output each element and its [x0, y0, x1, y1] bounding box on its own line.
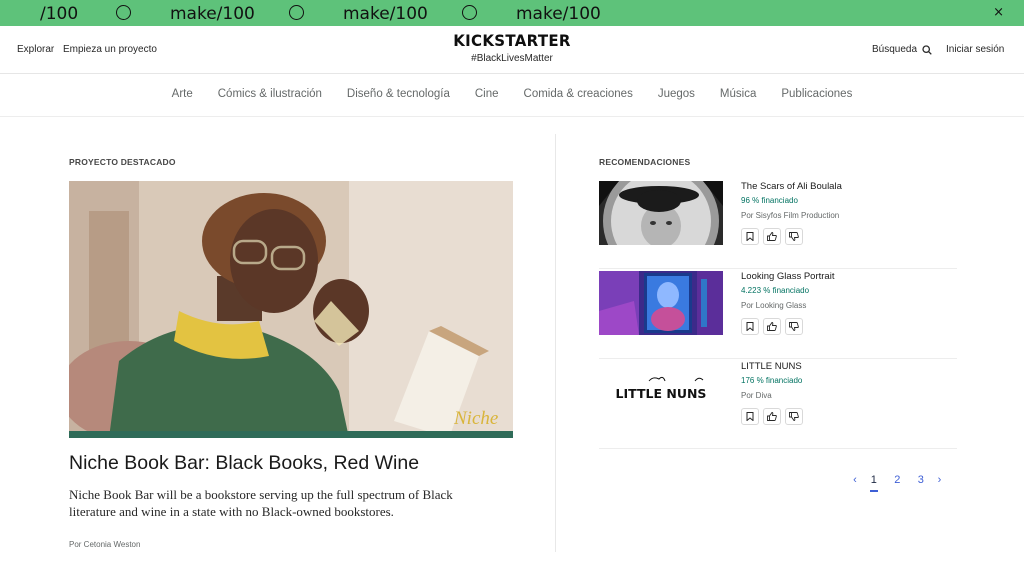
featured-project-image[interactable]: Niche	[69, 181, 513, 438]
recommendations-section-label: RECOMENDACIONES	[599, 157, 691, 167]
column-divider	[555, 134, 556, 552]
next-page-button[interactable]: ›	[933, 474, 947, 486]
bookmark-icon	[746, 412, 754, 421]
circle-icon	[289, 5, 304, 20]
featured-creator[interactable]: Por Cetonia Weston	[69, 540, 140, 549]
promo-banner[interactable]: /100 make/100 make/100 make/100 ×	[0, 0, 1024, 26]
category-link[interactable]: Cine	[462, 88, 511, 100]
thumbs-down-button[interactable]	[785, 228, 803, 245]
project-thumbnail[interactable]	[599, 181, 723, 245]
project-actions	[741, 408, 803, 425]
pagination: ‹ 1 2 3 ›	[848, 474, 947, 492]
bookmark-button[interactable]	[741, 228, 759, 245]
login-link[interactable]: Iniciar sesión	[946, 44, 1004, 55]
thumbs-down-icon	[789, 412, 799, 421]
close-icon[interactable]: ×	[993, 5, 1004, 21]
thumbnail-logo-text: LITTLE NUNS	[616, 386, 707, 401]
project-title[interactable]: Looking Glass Portrait	[741, 271, 834, 282]
category-link[interactable]: Diseño & tecnología	[334, 88, 462, 100]
thumbs-up-button[interactable]	[763, 408, 781, 425]
thumbnail-image: LITTLE NUNS	[599, 361, 723, 425]
previous-page-button[interactable]: ‹	[848, 474, 862, 486]
category-link[interactable]: Cómics & ilustración	[205, 88, 334, 100]
project-title[interactable]: The Scars of Ali Boulala	[741, 181, 842, 192]
thumbnail-image	[599, 181, 723, 245]
category-link[interactable]: Música	[707, 88, 768, 100]
funded-percentage: 176 % financiado	[741, 376, 803, 385]
category-link[interactable]: Publicaciones	[769, 88, 865, 100]
funded-percentage: 96 % financiado	[741, 196, 798, 205]
thumbs-down-icon	[789, 322, 799, 331]
featured-title[interactable]: Niche Book Bar: Black Books, Red Wine	[69, 452, 419, 475]
header-tagline: #BlackLivesMatter	[471, 53, 553, 64]
site-header: Explorar Empieza un proyecto KICKSTARTER…	[0, 26, 1024, 74]
page-1-button[interactable]: 1	[862, 474, 886, 492]
thumbs-up-button[interactable]	[763, 318, 781, 335]
thumbs-up-icon	[767, 232, 777, 241]
bookmark-icon	[746, 232, 754, 241]
page-2-button[interactable]: 2	[886, 474, 910, 486]
project-thumbnail[interactable]: LITTLE NUNS	[599, 361, 723, 425]
recommendation-card: Looking Glass Portrait 4.223 % financiad…	[599, 271, 957, 359]
bookmark-button[interactable]	[741, 408, 759, 425]
thumbs-down-icon	[789, 232, 799, 241]
recommendation-card: The Scars of Ali Boulala 96 % financiado…	[599, 181, 957, 269]
project-creator[interactable]: Por Looking Glass	[741, 301, 806, 310]
search-label: Búsqueda	[872, 44, 918, 55]
project-thumbnail[interactable]	[599, 271, 723, 335]
banner-text: /100	[40, 4, 79, 24]
thumbs-up-icon	[767, 412, 777, 421]
featured-section-label: PROYECTO DESTACADO	[69, 157, 176, 167]
recommendation-card: LITTLE NUNS LITTLE NUNS 176 % financiado…	[599, 361, 957, 449]
page-3-button[interactable]: 3	[909, 474, 933, 486]
circle-icon	[116, 5, 131, 20]
thumbnail-image	[599, 271, 723, 335]
category-link[interactable]: Juegos	[645, 88, 707, 100]
search-button[interactable]: Búsqueda	[872, 44, 932, 55]
search-icon	[922, 44, 932, 55]
category-link[interactable]: Comida & creaciones	[511, 88, 645, 100]
project-actions	[741, 228, 803, 245]
banner-text: make/100	[516, 4, 601, 24]
featured-description: Niche Book Bar will be a bookstore servi…	[69, 487, 453, 519]
logo-wordmark: KICKSTARTER	[453, 31, 571, 51]
project-actions	[741, 318, 803, 335]
featured-watermark: Niche	[453, 408, 498, 429]
thumbs-up-icon	[767, 322, 777, 331]
category-nav: Arte Cómics & ilustración Diseño & tecno…	[0, 75, 1024, 117]
category-link[interactable]: Arte	[159, 88, 205, 100]
banner-text: make/100	[343, 4, 428, 24]
banner-text: make/100	[170, 4, 255, 24]
funded-percentage: 4.223 % financiado	[741, 286, 810, 295]
bookmark-button[interactable]	[741, 318, 759, 335]
kickstarter-logo[interactable]: KICKSTARTER	[0, 32, 1024, 51]
thumbs-up-button[interactable]	[763, 228, 781, 245]
thumbs-down-button[interactable]	[785, 318, 803, 335]
bookmark-icon	[746, 322, 754, 331]
project-creator[interactable]: Por Sisyfos Film Production	[741, 211, 839, 220]
project-creator[interactable]: Por Diva	[741, 391, 772, 400]
thumbs-down-button[interactable]	[785, 408, 803, 425]
featured-illustration: Niche	[69, 181, 513, 438]
circle-icon	[462, 5, 477, 20]
project-title[interactable]: LITTLE NUNS	[741, 361, 802, 372]
